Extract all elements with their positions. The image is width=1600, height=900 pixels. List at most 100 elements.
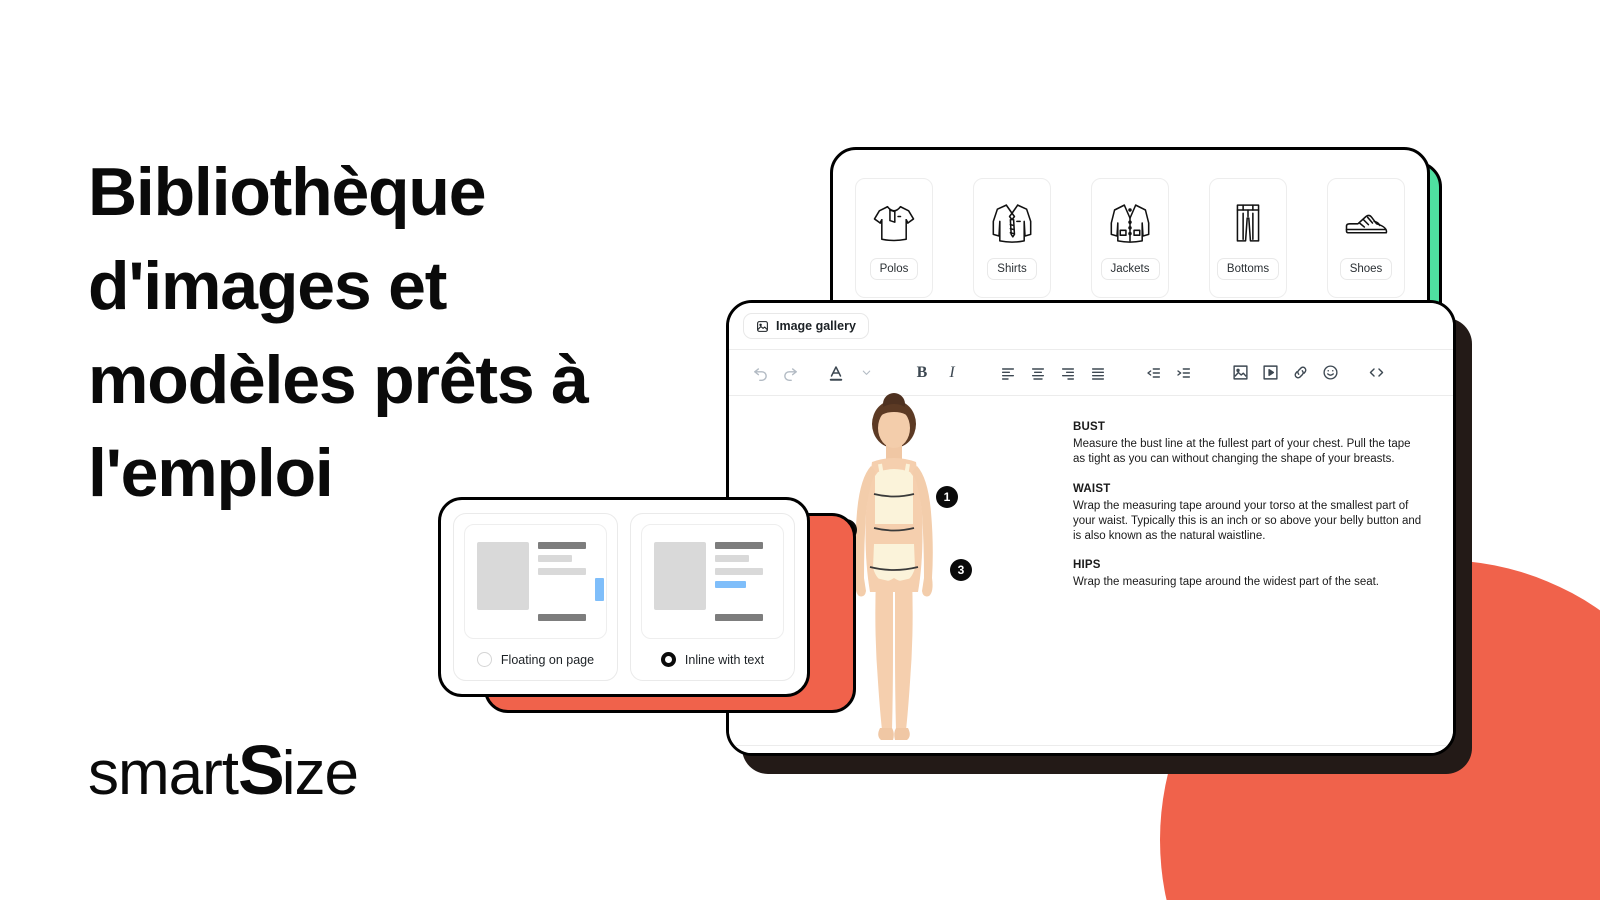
layout-option-floating-control[interactable]: Floating on page (476, 639, 595, 680)
category-label: Jackets (1100, 257, 1160, 280)
layout-picker-card: Floating on page Inline with text (438, 497, 810, 697)
italic-i-icon: I (949, 363, 955, 381)
undo-button[interactable] (745, 358, 775, 388)
radio-inline-with-text[interactable] (660, 652, 676, 667)
preview-text-lines (715, 542, 771, 621)
preview-line-spacer (715, 594, 771, 608)
floating-element-indicator (595, 578, 604, 601)
headline-line-1: Bibliothèque (88, 154, 487, 230)
polo-shirt-icon (873, 205, 915, 241)
preview-line-inline-highlight (715, 581, 746, 588)
layout-option-floating[interactable]: Floating on page (453, 513, 618, 681)
outdent-button[interactable] (1139, 358, 1169, 388)
bold-b-icon: B (916, 363, 928, 381)
headline-line-3: modèles prêts à (88, 341, 589, 418)
measurement-text-waist: Wrap the measuring tape around your tors… (1073, 499, 1422, 543)
preview-line-spacer (538, 581, 594, 608)
layout-option-label: Floating on page (500, 652, 595, 667)
radio-floating-on-page[interactable] (476, 652, 492, 667)
align-left-button[interactable] (993, 358, 1023, 388)
tab-label: Image gallery (776, 319, 856, 333)
category-item-shirts[interactable]: Shirts (973, 178, 1051, 298)
smiley-emoji-icon (1322, 365, 1338, 380)
align-center-button[interactable] (1023, 358, 1053, 388)
preview-text-lines (538, 542, 604, 621)
preview-image-placeholder (477, 542, 529, 610)
preview-line (715, 555, 749, 562)
indent-icon (1177, 367, 1191, 378)
code-view-button[interactable] (1361, 358, 1391, 388)
bold-button[interactable]: B (907, 358, 937, 388)
measurement-text-hips: Wrap the measuring tape around the wides… (1073, 576, 1379, 589)
layout-option-inline[interactable]: Inline with text (630, 513, 795, 681)
outdent-icon (1147, 367, 1161, 378)
insert-image-button[interactable] (1225, 358, 1255, 388)
measurement-marker-3: 3 (950, 559, 972, 581)
category-label: Bottoms (1216, 257, 1280, 280)
page-title: Bibliothèque d'images et modèles prêts à… (88, 146, 648, 521)
link-chain-icon (1294, 366, 1306, 379)
category-item-shoes[interactable]: Shoes (1327, 178, 1405, 298)
measurement-marker-1: 1 (936, 486, 958, 508)
headline-line-2: d'images et (88, 247, 447, 324)
measurement-title-waist: WAIST (1073, 482, 1111, 495)
align-right-icon (1061, 367, 1075, 380)
undo-arrow-icon (753, 368, 767, 381)
category-item-bottoms[interactable]: Bottoms (1209, 178, 1287, 298)
align-right-button[interactable] (1053, 358, 1083, 388)
category-label: Shoes (1339, 257, 1393, 280)
code-brackets-icon (1369, 368, 1383, 377)
measurement-title-bust: BUST (1073, 421, 1106, 433)
align-center-icon (1031, 367, 1045, 380)
measurement-title-hips: HIPS (1073, 559, 1101, 572)
align-justify-button[interactable] (1083, 358, 1113, 388)
preview-line (538, 542, 586, 549)
measurement-instructions: BUST Measure the bust line at the fulles… (1059, 396, 1453, 753)
preview-line (538, 568, 586, 575)
text-color-a-icon (829, 365, 843, 381)
category-label: Shirts (987, 257, 1037, 280)
editor-tabbar: Image gallery (729, 303, 1453, 349)
insert-link-button[interactable] (1285, 358, 1315, 388)
layout-preview-inline (641, 524, 784, 639)
indent-button[interactable] (1169, 358, 1199, 388)
dress-shirt-tie-icon (992, 203, 1032, 243)
layout-picker-group: Floating on page Inline with text (438, 497, 856, 713)
category-label: Polos (869, 257, 919, 280)
chevron-down-icon (862, 370, 870, 375)
trousers-icon (1236, 203, 1260, 242)
italic-button[interactable]: I (937, 358, 967, 388)
preview-line (715, 568, 763, 575)
preview-image-placeholder (654, 542, 706, 610)
editor-toolbar: B I (729, 349, 1453, 396)
layout-option-inline-control[interactable]: Inline with text (660, 639, 765, 680)
redo-button[interactable] (775, 358, 805, 388)
text-color-dropdown[interactable] (851, 358, 881, 388)
align-justify-icon (1091, 367, 1105, 380)
editor-footer-bar (729, 745, 1453, 753)
preview-line (715, 614, 763, 621)
layout-preview-floating (464, 524, 607, 639)
tab-image-gallery[interactable]: Image gallery (743, 313, 869, 339)
preview-line (715, 542, 763, 549)
layout-option-label: Inline with text (684, 652, 765, 667)
redo-arrow-icon (783, 368, 797, 381)
sneaker-shoe-icon (1345, 214, 1388, 234)
logo-text-part2: ize (281, 739, 359, 808)
preview-line (538, 614, 586, 621)
logo-text-part1: smart (88, 739, 239, 808)
insert-video-button[interactable] (1255, 358, 1285, 388)
brand-logo: smartSize (88, 735, 359, 808)
category-item-jackets[interactable]: Jackets (1091, 178, 1169, 298)
image-gallery-icon (757, 320, 768, 332)
cardigan-jacket-icon (1110, 203, 1150, 243)
video-play-icon (1262, 365, 1278, 380)
category-item-polos[interactable]: Polos (855, 178, 933, 298)
emoji-button[interactable] (1315, 358, 1345, 388)
align-left-icon (1001, 367, 1015, 380)
measurement-text-bust: Measure the bust line at the fullest par… (1073, 438, 1411, 466)
preview-line (538, 555, 572, 562)
image-icon (1232, 365, 1248, 380)
text-color-button[interactable] (821, 358, 851, 388)
logo-accent-s: S (238, 731, 285, 809)
